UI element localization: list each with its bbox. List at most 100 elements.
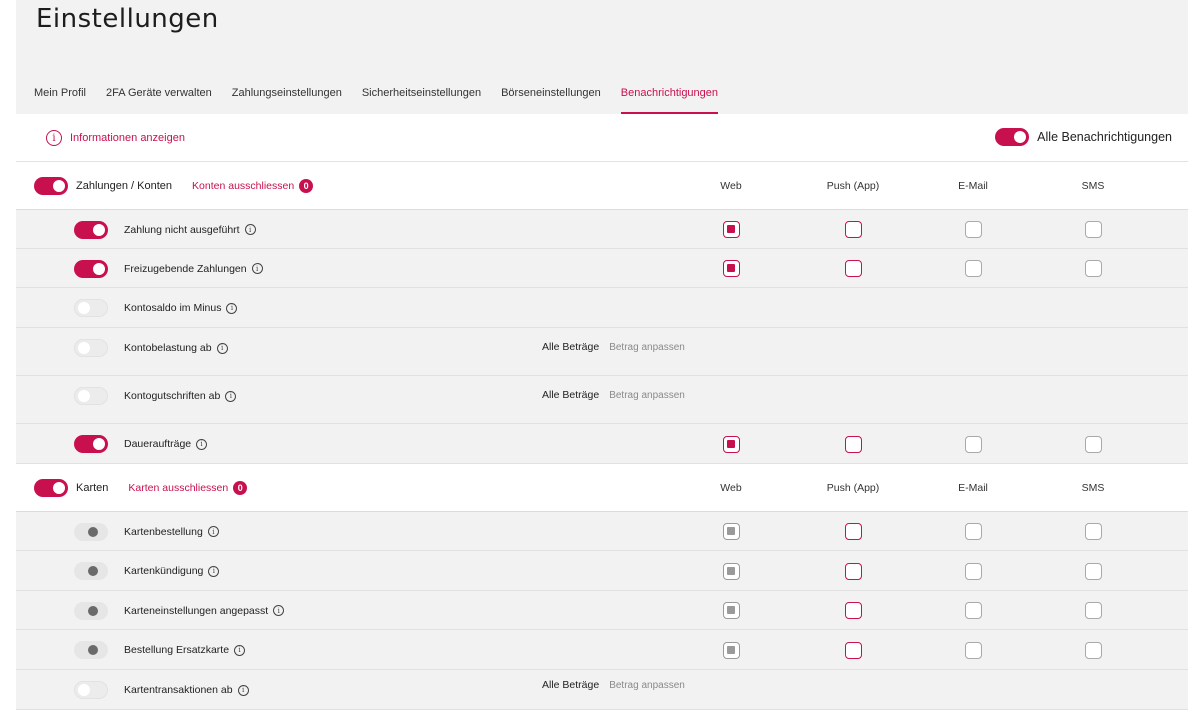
row-label-text: Kontobelastung ab: [124, 342, 212, 354]
show-info-link[interactable]: i Informationen anzeigen: [46, 130, 185, 146]
row-label: Kontogutschriften ab i: [124, 390, 237, 402]
adjust-amount-link[interactable]: Betrag anpassen: [609, 680, 685, 691]
row-label: Karteneinstellungen angepasst i: [124, 604, 285, 617]
row-left: Kartenkündigung i: [74, 562, 220, 580]
row-toggle[interactable]: [74, 435, 108, 453]
checkbox-e-mail[interactable]: [965, 602, 982, 619]
info-icon[interactable]: i: [216, 342, 228, 354]
row-toggle[interactable]: [74, 339, 108, 357]
checkbox-e-mail[interactable]: [965, 562, 982, 580]
checkbox-push-app[interactable]: [845, 641, 862, 659]
toggle-knob: [88, 526, 98, 537]
row-label-text: Zahlung nicht ausgeführt: [124, 223, 240, 236]
row-left: Kontogutschriften ab i: [74, 387, 237, 405]
row-toggle[interactable]: [74, 220, 108, 239]
row-left: Kartentransaktionen ab i: [74, 681, 249, 699]
checkbox-e-mail[interactable]: [965, 523, 982, 540]
checkbox-web: [723, 562, 740, 580]
checkbox-sms[interactable]: [1085, 523, 1102, 540]
tab-mein-profil[interactable]: Mein Profil: [34, 86, 86, 114]
amount-filter: Alle Beträge Betrag anpassen: [542, 679, 685, 691]
tab-benachrichtigungen[interactable]: Benachrichtigungen: [620, 86, 719, 114]
column-header-push-app: Push (App): [826, 482, 880, 494]
row-label: Daueraufträge i: [124, 438, 208, 450]
checkbox-web[interactable]: [723, 435, 740, 453]
row-left: Kontosaldo im Minus i: [74, 299, 238, 317]
notification-row-kontogutschriften-ab: Kontogutschriften ab i Alle Beträge Betrag …: [16, 376, 1188, 424]
all-notifications-toggle[interactable]: [995, 128, 1030, 146]
checkbox-web: [723, 523, 740, 540]
info-icon[interactable]: i: [207, 526, 219, 537]
checkbox-sms[interactable]: [1085, 602, 1102, 619]
toggle-knob: [78, 390, 90, 402]
toggle-knob: [93, 223, 105, 236]
checkbox-e-mail[interactable]: [965, 260, 982, 277]
info-icon[interactable]: i: [237, 684, 249, 696]
checkbox-web[interactable]: [723, 260, 740, 277]
toggle-knob: [88, 645, 98, 655]
checkbox-sms[interactable]: [1085, 260, 1102, 277]
checkbox-sms[interactable]: [1085, 641, 1102, 659]
row-label-text: Kartenbestellung: [124, 525, 203, 538]
row-label: Kartentransaktionen ab i: [124, 684, 249, 696]
adjust-amount-link[interactable]: Betrag anpassen: [609, 390, 685, 401]
checkbox-push-app[interactable]: [845, 221, 862, 238]
adjust-amount-link[interactable]: Betrag anpassen: [609, 342, 685, 353]
tab-boerseneinstellungen[interactable]: Börseneinstellungen: [501, 86, 601, 114]
row-label: Kontobelastung ab i: [124, 342, 228, 354]
toggle-knob: [88, 566, 98, 576]
notification-row-kontobelastung-ab: Kontobelastung ab i Alle Beträge Betrag anp…: [16, 328, 1188, 376]
info-icon[interactable]: i: [244, 224, 256, 235]
checkbox-e-mail[interactable]: [965, 221, 982, 238]
row-toggle: [74, 562, 108, 580]
notification-row-kartentransaktionen-ab: Kartentransaktionen ab i Alle Beträge Betra…: [16, 670, 1188, 710]
row-toggle[interactable]: [74, 681, 108, 699]
info-icon[interactable]: i: [226, 302, 238, 314]
tab-2fa-geraete[interactable]: 2FA Geräte verwalten: [106, 86, 212, 114]
toggle-knob: [53, 180, 65, 192]
info-icon[interactable]: i: [273, 605, 285, 616]
checkbox-push-app[interactable]: [845, 602, 862, 619]
row-label-text: Bestellung Ersatzkarte: [124, 644, 230, 656]
checkbox-push-app[interactable]: [845, 562, 862, 580]
row-left: Karteneinstellungen angepasst i: [74, 601, 285, 620]
tab-sicherheitseinstellungen[interactable]: Sicherheitseinstellungen: [362, 86, 481, 114]
checkbox-push-app[interactable]: [845, 435, 862, 453]
row-label-text: Karteneinstellungen angepasst: [124, 604, 269, 617]
checkbox-web[interactable]: [723, 221, 740, 238]
notification-row-freizugebende-zahlungen: Freizugebende Zahlungen i: [16, 249, 1188, 288]
checkbox-sms[interactable]: [1085, 562, 1102, 580]
amount-all-label: Alle Beträge: [542, 679, 600, 691]
column-header-sms: SMS: [1081, 482, 1105, 494]
settings-tabs: Mein Profil 2FA Geräte verwalten Zahlung…: [34, 86, 738, 114]
row-left: Daueraufträge i: [74, 435, 208, 453]
amount-filter: Alle Beträge Betrag anpassen: [542, 389, 685, 401]
checkbox-e-mail[interactable]: [965, 641, 982, 659]
section-toggle[interactable]: [34, 479, 68, 497]
amount-all-label: Alle Beträge: [542, 341, 600, 353]
checkbox-sms[interactable]: [1085, 435, 1102, 453]
toggle-knob: [93, 438, 105, 450]
exclude-link[interactable]: Konten ausschliessen 0: [192, 179, 314, 193]
row-label: Kartenkündigung i: [124, 565, 220, 577]
exclude-link[interactable]: Karten ausschliessen 0: [128, 481, 248, 495]
info-icon[interactable]: i: [225, 390, 237, 402]
section-title: Karten: [76, 482, 109, 494]
row-toggle[interactable]: [74, 387, 108, 405]
tab-zahlungseinstellungen[interactable]: Zahlungseinstellungen: [232, 86, 342, 114]
checkbox-push-app[interactable]: [845, 260, 862, 277]
checkbox-e-mail[interactable]: [965, 435, 982, 453]
row-toggle[interactable]: [74, 259, 108, 278]
info-icon[interactable]: i: [251, 263, 263, 274]
info-icon[interactable]: i: [196, 438, 208, 450]
section-toggle[interactable]: [34, 177, 68, 195]
info-icon[interactable]: i: [234, 644, 246, 656]
row-left: Bestellung Ersatzkarte i: [74, 641, 246, 659]
info-icon[interactable]: i: [208, 565, 220, 577]
checkbox-sms[interactable]: [1085, 221, 1102, 238]
checkbox-web: [723, 602, 740, 619]
row-label: Zahlung nicht ausgeführt i: [124, 224, 256, 236]
checkbox-push-app[interactable]: [845, 523, 862, 540]
row-toggle[interactable]: [74, 299, 108, 317]
column-header-web: Web: [720, 180, 742, 192]
